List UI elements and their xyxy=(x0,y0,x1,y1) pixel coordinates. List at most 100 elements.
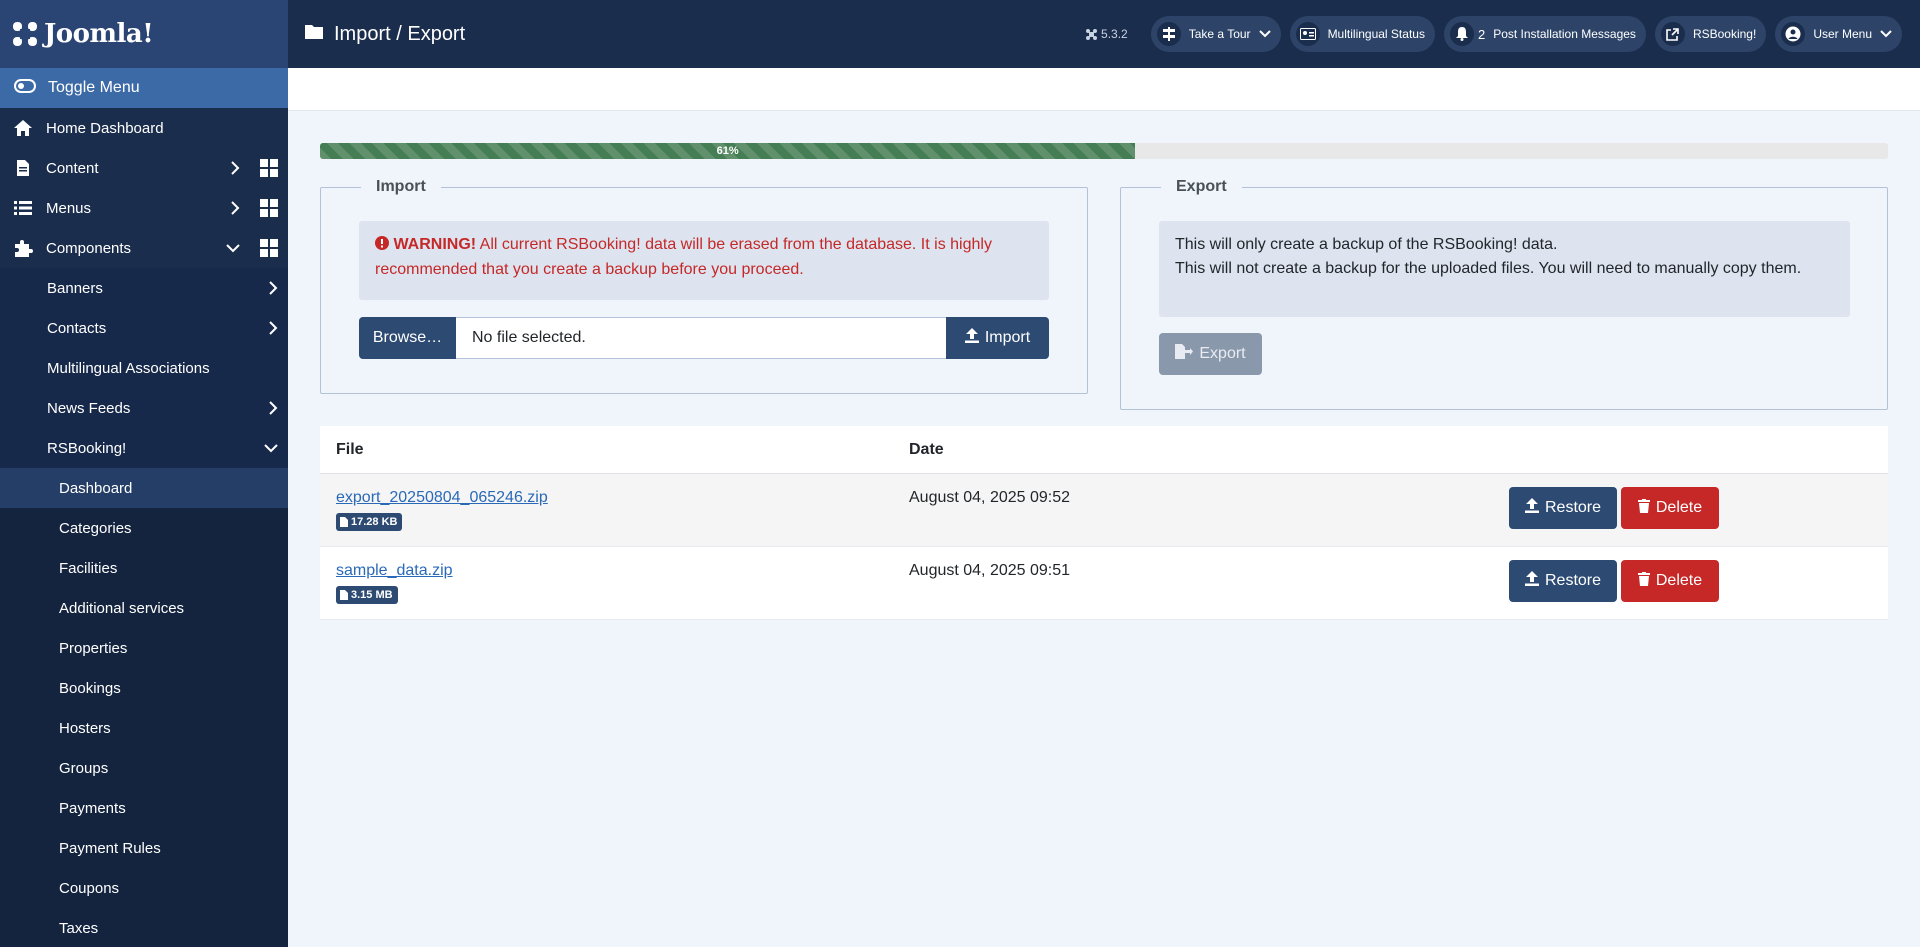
sidebar-item-additional-services[interactable]: Additional services xyxy=(0,588,288,628)
file-link[interactable]: export_20250804_065246.zip xyxy=(336,489,548,507)
browse-label: Browse… xyxy=(372,329,443,346)
export-info-alert: This will only create a backup of the RS… xyxy=(1159,221,1850,317)
post-installation-messages-button[interactable]: 2 Post Installation Messages xyxy=(1443,16,1646,52)
progress-fill: 61% xyxy=(320,143,1136,159)
table-row: export_20250804_065246.zip 17.28 KB Augu… xyxy=(320,474,1888,547)
rsbooking-frontend-button[interactable]: RSBooking! xyxy=(1654,16,1767,52)
sidebar-item-multilingual-associations[interactable]: Multilingual Associations xyxy=(0,348,288,388)
delete-button[interactable]: Delete xyxy=(1621,487,1719,529)
chevron-right-icon[interactable] xyxy=(230,200,240,220)
restore-label: Restore xyxy=(1544,499,1602,516)
file-size-text: 3.15 MB xyxy=(351,589,393,601)
file-name-text: No file selected. xyxy=(472,329,586,346)
toggle-icon xyxy=(14,78,36,98)
chevron-down-icon xyxy=(1258,27,1271,42)
sidebar-item-home-dashboard[interactable]: Home Dashboard xyxy=(0,108,288,148)
sidebar-item-label: News Feeds xyxy=(47,399,131,417)
take-tour-button[interactable]: Take a Tour xyxy=(1150,16,1281,52)
user-menu-button[interactable]: User Menu xyxy=(1775,16,1902,52)
toggle-menu-button[interactable]: Toggle Menu xyxy=(0,68,288,108)
sidebar-item-payment-rules[interactable]: Payment Rules xyxy=(0,828,288,868)
progress-bar: 61% xyxy=(320,143,1888,159)
restore-button[interactable]: Restore xyxy=(1509,487,1617,529)
export-info-line-2: This will not create a backup for the up… xyxy=(1175,260,1802,277)
sidebar-item-label: Menus xyxy=(46,199,92,217)
joomla-mini-icon xyxy=(1086,28,1098,40)
list-icon xyxy=(12,197,34,219)
export-legend: Export xyxy=(1161,178,1242,196)
import-warning-alert: WARNING! All current RSBooking! data wil… xyxy=(359,221,1049,300)
sidebar-item-groups[interactable]: Groups xyxy=(0,748,288,788)
import-label: Import xyxy=(984,329,1031,346)
joomla-logo[interactable]: Joomla! xyxy=(10,19,154,49)
page-title-text: Import / Export xyxy=(334,22,466,45)
sidebar-item-label: RSBooking! xyxy=(47,439,127,457)
sidebar-item-label: Content xyxy=(46,159,99,177)
exclamation-circle-icon xyxy=(375,234,389,258)
sidebar-item-hosters[interactable]: Hosters xyxy=(0,708,288,748)
dashboard-grid-icon[interactable] xyxy=(260,199,278,221)
sidebar-item-facilities[interactable]: Facilities xyxy=(0,548,288,588)
sidebar-item-label: Bookings xyxy=(59,679,121,697)
sidebar-item-coupons[interactable]: Coupons xyxy=(0,868,288,908)
dashboard-grid-icon[interactable] xyxy=(260,159,278,181)
sidebar-item-banners[interactable]: Banners xyxy=(0,268,288,308)
sidebar-item-dashboard[interactable]: Dashboard xyxy=(0,468,288,508)
upload-icon xyxy=(1524,571,1539,591)
sidebar-item-news-feeds[interactable]: News Feeds xyxy=(0,388,288,428)
sidebar-item-rsbooking[interactable]: RSBooking! xyxy=(0,428,288,468)
date-cell: August 04, 2025 09:52 xyxy=(909,489,1071,506)
import-legend: Import xyxy=(361,178,441,196)
chevron-right-icon[interactable] xyxy=(268,400,278,420)
file-icon xyxy=(340,517,348,527)
trash-icon xyxy=(1637,571,1650,591)
sidebar-item-content[interactable]: Content xyxy=(0,148,288,188)
chevron-right-icon[interactable] xyxy=(268,280,278,300)
rsbooking-submenu: Dashboard Categories Facilities Addition… xyxy=(0,468,288,947)
logo-bar[interactable]: Joomla! xyxy=(0,0,288,68)
sidebar-item-contacts[interactable]: Contacts xyxy=(0,308,288,348)
sidebar-item-menus[interactable]: Menus xyxy=(0,188,288,228)
chevron-down-icon[interactable] xyxy=(264,440,278,460)
file-icon xyxy=(12,157,34,179)
sidebar-item-payments[interactable]: Payments xyxy=(0,788,288,828)
delete-button[interactable]: Delete xyxy=(1621,560,1719,602)
sidebar-item-label: Multilingual Associations xyxy=(47,359,210,377)
sidebar-item-label: Additional services xyxy=(59,599,185,617)
sidebar-item-label: Hosters xyxy=(59,719,111,737)
sidebar-item-taxes[interactable]: Taxes xyxy=(0,908,288,947)
sidebar-item-label: Components xyxy=(46,239,132,257)
dashboard-grid-icon[interactable] xyxy=(260,239,278,261)
sidebar-item-components[interactable]: Components xyxy=(0,228,288,268)
sidebar-item-bookings[interactable]: Bookings xyxy=(0,668,288,708)
warning-strong: WARNING! xyxy=(393,236,477,253)
restore-label: Restore xyxy=(1544,572,1602,589)
trash-icon xyxy=(1637,498,1650,518)
export-button[interactable]: Export xyxy=(1159,333,1262,375)
toolbar-area xyxy=(288,68,1920,111)
sidebar-item-categories[interactable]: Categories xyxy=(0,508,288,548)
chevron-right-icon[interactable] xyxy=(230,160,240,180)
file-size-text: 17.28 KB xyxy=(351,516,398,528)
version-text: 5.3.2 xyxy=(1101,27,1128,41)
rsbooking-label: RSBooking! xyxy=(1692,27,1757,41)
sidebar-item-properties[interactable]: Properties xyxy=(0,628,288,668)
multilingual-status-button[interactable]: Multilingual Status xyxy=(1289,16,1435,52)
id-card-icon xyxy=(1295,22,1320,46)
top-header: Import / Export 5.3.2 Take a Tour Multil… xyxy=(288,0,1920,68)
import-button[interactable]: Import xyxy=(946,317,1049,359)
file-link[interactable]: sample_data.zip xyxy=(336,562,453,580)
multilingual-status-label: Multilingual Status xyxy=(1327,27,1425,41)
sidebar-item-label: Payments xyxy=(59,799,126,817)
file-upload-group: Browse… No file selected. Import xyxy=(359,317,1049,359)
restore-button[interactable]: Restore xyxy=(1509,560,1617,602)
user-menu-label: User Menu xyxy=(1813,27,1872,41)
post-install-label: Post Installation Messages xyxy=(1493,27,1636,41)
file-name-field[interactable]: No file selected. xyxy=(456,317,946,359)
browse-button[interactable]: Browse… xyxy=(359,317,456,359)
chevron-down-icon[interactable] xyxy=(226,240,240,260)
upload-icon xyxy=(1524,498,1539,518)
column-header-file: File xyxy=(336,440,364,458)
bell-icon xyxy=(1449,22,1474,46)
chevron-right-icon[interactable] xyxy=(268,320,278,340)
